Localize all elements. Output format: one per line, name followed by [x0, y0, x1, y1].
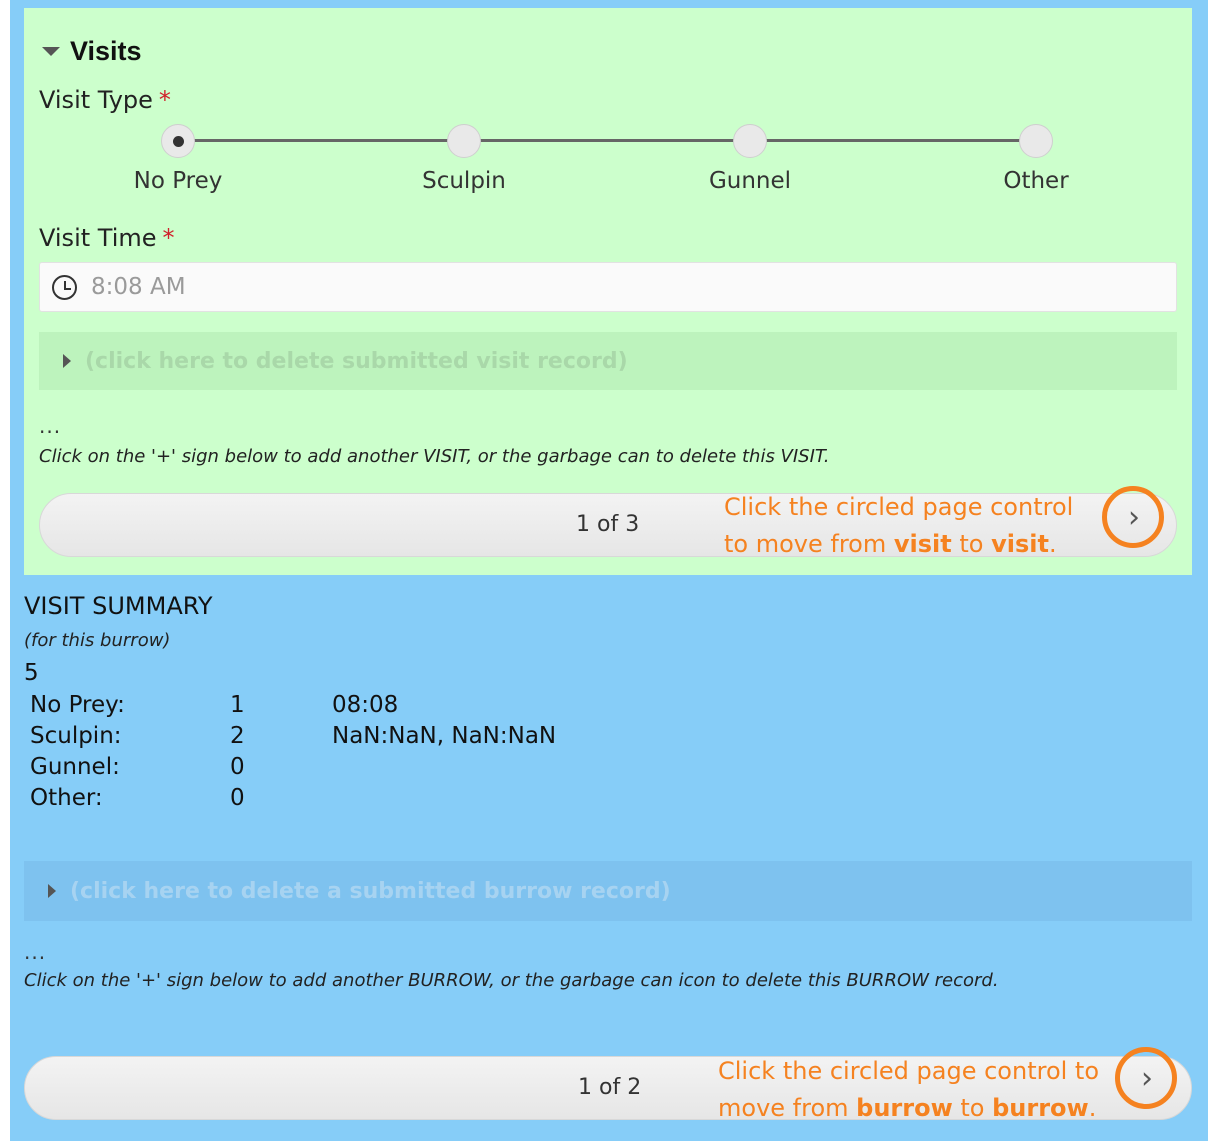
expand-triangle-icon: [48, 884, 56, 898]
radio-label-no-prey[interactable]: No Prey: [78, 168, 278, 194]
summary-row-label: Sculpin:: [30, 723, 122, 749]
burrow-hint-text: Click on the '+' sign below to add anoth…: [24, 970, 999, 991]
radio-gunnel[interactable]: [733, 124, 767, 158]
ellipsis-text: ...: [24, 940, 47, 964]
radio-other[interactable]: [1019, 124, 1053, 158]
visit-type-label-text: Visit Type: [39, 86, 153, 114]
visit-annotation-end: .: [1048, 530, 1057, 558]
burrow-annotation-bold2: burrow: [992, 1094, 1089, 1122]
visit-annotation-bold2: visit: [991, 530, 1049, 558]
summary-row-label: No Prey:: [30, 692, 125, 718]
radio-label-other[interactable]: Other: [936, 168, 1136, 194]
ellipsis-text: ...: [39, 414, 62, 438]
visit-hint-text: Click on the '+' sign below to add anoth…: [39, 446, 830, 467]
radio-label-sculpin[interactable]: Sculpin: [364, 168, 564, 194]
visit-time-value: 8:08 AM: [91, 274, 186, 300]
summary-row-count: 2: [230, 723, 245, 749]
burrow-annotation-end: .: [1088, 1094, 1097, 1122]
summary-row-label: Gunnel:: [30, 754, 120, 780]
summary-row-count: 0: [230, 785, 245, 811]
summary-row-label: Other:: [30, 785, 103, 811]
clock-icon: [52, 274, 77, 300]
visit-time-input[interactable]: 8:08 AM: [39, 262, 1177, 312]
burrow-pager-annotation: Click the circled page control to move f…: [718, 1053, 1099, 1127]
delete-burrow-toggle[interactable]: (click here to delete a submitted burrow…: [24, 861, 1192, 921]
radio-sculpin[interactable]: [447, 124, 481, 158]
summary-row-count: 0: [230, 754, 245, 780]
summary-row-times: NaN:NaN, NaN:NaN: [332, 723, 557, 749]
visits-group: Visits Visit Type * No Prey Sculpin Gunne…: [24, 8, 1192, 575]
visit-annotation-bold1: visit: [893, 530, 952, 558]
summary-row-count: 1: [230, 692, 245, 718]
visit-time-label-text: Visit Time: [39, 224, 157, 252]
burrow-annotation-pre: move from: [718, 1094, 857, 1122]
visit-annotation-line1: Click the circled page control: [724, 493, 1074, 521]
visit-summary-subtitle: (for this burrow): [24, 630, 171, 651]
delete-burrow-toggle-label: (click here to delete a submitted burrow…: [70, 878, 671, 904]
radio-no-prey[interactable]: [161, 124, 195, 158]
expand-triangle-icon: [63, 354, 71, 368]
visit-pager-count: 1 of 3: [576, 512, 640, 537]
burrow-next-page-button[interactable]: ›: [1115, 1047, 1177, 1109]
burrow-annotation-mid: to: [952, 1094, 993, 1122]
visit-annotation-line2: to move from visit to visit.: [724, 526, 1073, 563]
visit-type-track: [178, 139, 1038, 142]
visit-annotation-mid: to: [951, 530, 992, 558]
collapse-triangle-icon: [42, 47, 60, 56]
burrow-annotation-line1: Click the circled page control to: [718, 1057, 1100, 1085]
visit-type-label: Visit Type *: [39, 86, 171, 114]
visits-group-title: Visits: [70, 36, 142, 66]
burrow-pager-count: 1 of 2: [578, 1075, 642, 1100]
visits-group-header[interactable]: Visits: [42, 36, 142, 67]
delete-visit-toggle-label: (click here to delete submitted visit re…: [85, 348, 628, 374]
delete-visit-toggle[interactable]: (click here to delete submitted visit re…: [39, 332, 1177, 390]
required-asterisk: *: [158, 86, 171, 114]
chevron-right-icon: ›: [1141, 1060, 1153, 1096]
visit-annotation-pre: to move from: [724, 530, 894, 558]
visit-time-label: Visit Time *: [39, 224, 175, 252]
burrow-annotation-line2: move from burrow to burrow.: [718, 1090, 1099, 1127]
radio-label-gunnel[interactable]: Gunnel: [650, 168, 850, 194]
visit-next-page-button[interactable]: ›: [1102, 486, 1164, 548]
visit-pager-annotation: Click the circled page control to move f…: [724, 489, 1073, 563]
visit-summary-total: 5: [24, 660, 39, 686]
required-asterisk: *: [162, 224, 175, 252]
burrow-annotation-bold1: burrow: [856, 1094, 953, 1122]
summary-row-times: 08:08: [332, 692, 399, 718]
visit-summary-title: VISIT SUMMARY: [24, 592, 213, 620]
chevron-right-icon: ›: [1128, 499, 1140, 535]
